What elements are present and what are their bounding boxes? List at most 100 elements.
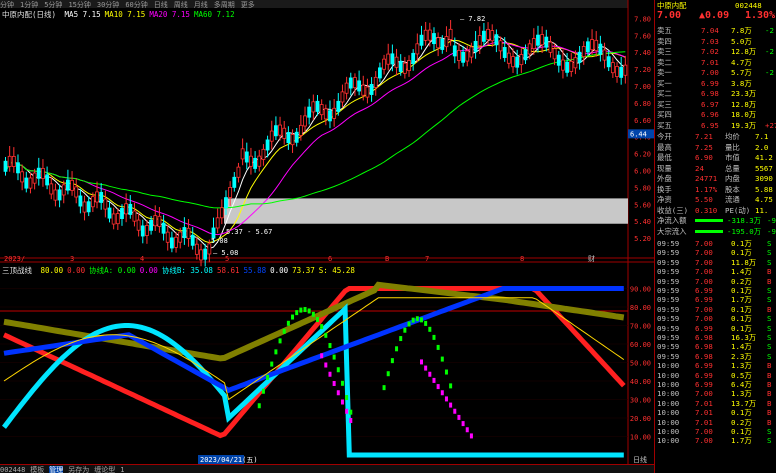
indicator-green-step [440, 356, 444, 362]
candle-body [311, 101, 316, 113]
bottom-tabs[interactable]: 002448 模板 管理 另存为 缠论型 1 [0, 464, 654, 473]
candle-body [498, 40, 503, 52]
candle-body [61, 184, 66, 196]
indicator-magenta-step [436, 384, 440, 390]
stat-row-cell: 换手 [657, 184, 672, 194]
indicator-green-step [399, 336, 403, 342]
buy-level-cell: 买四 [657, 110, 672, 119]
indicator-green-step [316, 317, 319, 323]
candle-body [440, 38, 445, 50]
candle-body [411, 52, 416, 64]
candle-body [336, 100, 341, 112]
candle-body [307, 106, 312, 118]
candle-body [3, 160, 8, 172]
ma-line-MA60 [5, 51, 626, 209]
price-range-zone [224, 198, 628, 224]
indicator-legend-item: 55.88 [243, 266, 267, 275]
candle-body [490, 30, 495, 42]
bottom-tab[interactable]: 002448 [0, 466, 25, 473]
candle-body [182, 227, 187, 239]
stat-row-cell: 5.50 [695, 195, 713, 204]
indicator-magenta-step [324, 362, 328, 368]
period-axis-label: 日线 [633, 455, 647, 464]
candle-body [107, 207, 112, 219]
candle-body [298, 124, 303, 136]
current-price-tag-text: 6.44 [630, 130, 647, 138]
candle-body [219, 207, 224, 219]
candle-body [244, 151, 249, 163]
indicator-tick-label: 90.00 [630, 286, 651, 294]
candle-body [11, 156, 16, 167]
candle-body [82, 201, 87, 213]
candle-body [444, 36, 449, 48]
candle-body [169, 237, 174, 249]
indicator-legend-item: S: 45.28 [318, 266, 355, 275]
x-axis-label: 8 [520, 255, 524, 263]
buy-level-cell: 12.8万 [731, 99, 757, 109]
bottom-tab[interactable]: 1 [120, 466, 124, 473]
stat-row-cell: 最高 [657, 142, 672, 152]
candle-body [590, 39, 594, 51]
indicator-green-step [382, 385, 386, 391]
candle-body [477, 35, 482, 47]
candle-body [136, 219, 141, 231]
indicator-green-step [432, 334, 436, 340]
candle-body [556, 54, 561, 66]
ma-legend-item: MA20 7.15 [149, 10, 190, 19]
bottom-tab[interactable]: 模板 [30, 466, 44, 473]
candle-body [328, 110, 332, 122]
buy-level-cell: 3.8万 [731, 78, 752, 88]
indicator-green-step [328, 343, 332, 349]
candle-body [340, 91, 345, 103]
candle-body [111, 213, 116, 225]
buy-level: 买一 6.99 3.8万 [655, 78, 776, 89]
candle-body [344, 82, 349, 94]
candle-body [448, 28, 453, 40]
candle-body [140, 225, 145, 237]
bottom-tab[interactable]: 另存为 [68, 466, 89, 473]
candle-body [494, 34, 499, 46]
candle-body [473, 40, 478, 52]
candle-body [103, 198, 108, 210]
sell-level-cell: 7.03 [701, 36, 719, 46]
stat-row: 现量 24 总量 5567 [655, 163, 776, 174]
buy-level: 买四 6.96 18.0万 [655, 109, 776, 120]
candle-body [161, 222, 166, 234]
candle-body [278, 124, 282, 136]
price-tick-label: 7.20 [634, 66, 651, 74]
chart-area[interactable]: 7.807.607.407.207.006.806.606.406.206.00… [0, 0, 654, 464]
sell-level-cell: -2 [765, 68, 774, 77]
ma-legend-item: MA60 7.12 [193, 10, 235, 19]
candle-body [436, 37, 441, 49]
candle-body [369, 83, 374, 95]
price-tick-label: 6.20 [634, 151, 651, 159]
candle-body [623, 64, 628, 76]
stat-row: 今开 7.21 均价 7.1 [655, 131, 776, 142]
bottom-tab[interactable]: 管理 [49, 466, 64, 473]
indicator-green-step [291, 314, 295, 320]
candle-body [74, 186, 79, 198]
indicator-green-step [303, 307, 307, 313]
indicator-green-step [257, 403, 261, 409]
candle-body [565, 61, 569, 73]
indicator-magenta-step [345, 408, 349, 414]
stat-row: 最低 6.90 市值 41.2 [655, 152, 776, 163]
candle-body [290, 134, 295, 146]
indicator-green-step [320, 324, 324, 330]
candle-body [236, 166, 241, 178]
indicator-magenta-step [440, 390, 444, 396]
candle-body [145, 225, 149, 236]
candle-body [365, 86, 370, 98]
range-zone [224, 198, 628, 224]
price-tick-label: 5.20 [634, 235, 651, 243]
stat-row-cell: 股本 [725, 184, 740, 194]
candle-body [319, 104, 324, 116]
bottom-tab[interactable]: 缠论型 [94, 466, 115, 473]
tick-row-cell: 1.7万 [731, 436, 752, 446]
buy-level-cell: 买一 [657, 78, 672, 88]
candle-body [16, 162, 20, 174]
candle-body [377, 67, 382, 79]
indicator-legend-item: 58.61 [216, 266, 240, 275]
s-marker: 财 [588, 254, 595, 263]
candle-body [253, 157, 258, 169]
